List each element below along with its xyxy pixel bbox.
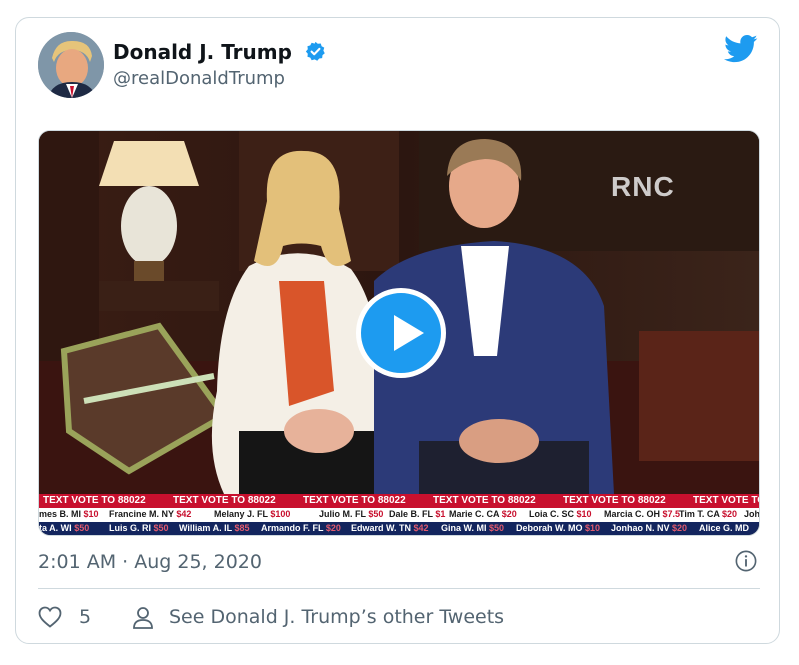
author-handle[interactable]: @realDonaldTrump [113, 68, 285, 89]
donor-item: ta A. WI $50 [39, 523, 90, 533]
video-player[interactable]: RNC TEXT VOTE TO 88022 TEXT VOTE TO 8802… [38, 130, 760, 536]
donor-item: Joh [744, 509, 759, 519]
donor-item: Melany J. FL $100 [214, 509, 291, 519]
donor-item: Edward W. TN $42 [351, 523, 429, 533]
donor-item: Gina W. MI $50 [441, 523, 505, 533]
ticker-headline: TEXT VOTE TO 88022 [693, 495, 759, 506]
play-button[interactable] [356, 288, 446, 378]
donor-item: Alice G. MD [699, 523, 750, 533]
twitter-bird-icon[interactable] [724, 34, 758, 64]
donor-item: Julio M. FL $50 [319, 509, 384, 519]
author-name[interactable]: Donald J. Trump [113, 40, 292, 64]
like-count: 5 [79, 606, 92, 628]
avatar[interactable] [38, 32, 104, 98]
donor-item: Jonhao N. NV $20 [611, 523, 688, 533]
donor-item: Francine M. NY $42 [109, 509, 192, 519]
ticker-headline: TEXT VOTE TO 88022 [433, 495, 536, 506]
donor-item: Loia C. SC $10 [529, 509, 592, 519]
donor-item: William A. IL $85 [179, 523, 250, 533]
donor-item: Marcia C. OH $7.5 [604, 509, 681, 519]
donor-ticker-row2: ta A. WI $50 Luis G. RI $50 William A. I… [39, 522, 759, 535]
donor-item: Deborah W. MO $10 [516, 523, 601, 533]
donor-item: Dale B. FL $1 [389, 509, 446, 519]
donor-item: Marie C. CA $20 [449, 509, 517, 519]
donor-ticker-row1: mes B. MI $10 Francine M. NY $42 Melany … [39, 508, 759, 522]
donor-item: Luis G. RI $50 [109, 523, 169, 533]
ticker-headline-bar: TEXT VOTE TO 88022 TEXT VOTE TO 88022 TE… [39, 494, 759, 508]
verified-badge-icon [305, 41, 325, 61]
ticker-headline: TEXT VOTE TO 88022 [303, 495, 406, 506]
donor-item: Tim T. CA $20 [679, 509, 738, 519]
divider [38, 588, 760, 589]
heart-icon[interactable] [38, 606, 62, 628]
person-icon[interactable] [132, 606, 154, 630]
donor-item: Armando F. FL $20 [261, 523, 341, 533]
donor-item: mes B. MI $10 [39, 509, 99, 519]
ticker-headline: TEXT VOTE TO 88022 [43, 495, 146, 506]
info-icon[interactable] [735, 550, 757, 572]
tweet-timestamp[interactable]: 2:01 AM · Aug 25, 2020 [38, 551, 262, 573]
ticker-headline: TEXT VOTE TO 88022 [563, 495, 666, 506]
ticker-headline: TEXT VOTE TO 88022 [173, 495, 276, 506]
see-other-tweets-link[interactable]: See Donald J. Trump’s other Tweets [169, 606, 504, 628]
rnc-watermark: RNC [611, 171, 675, 202]
tweet-card: Donald J. Trump @realDonaldTrump RNC TEX… [15, 17, 780, 644]
